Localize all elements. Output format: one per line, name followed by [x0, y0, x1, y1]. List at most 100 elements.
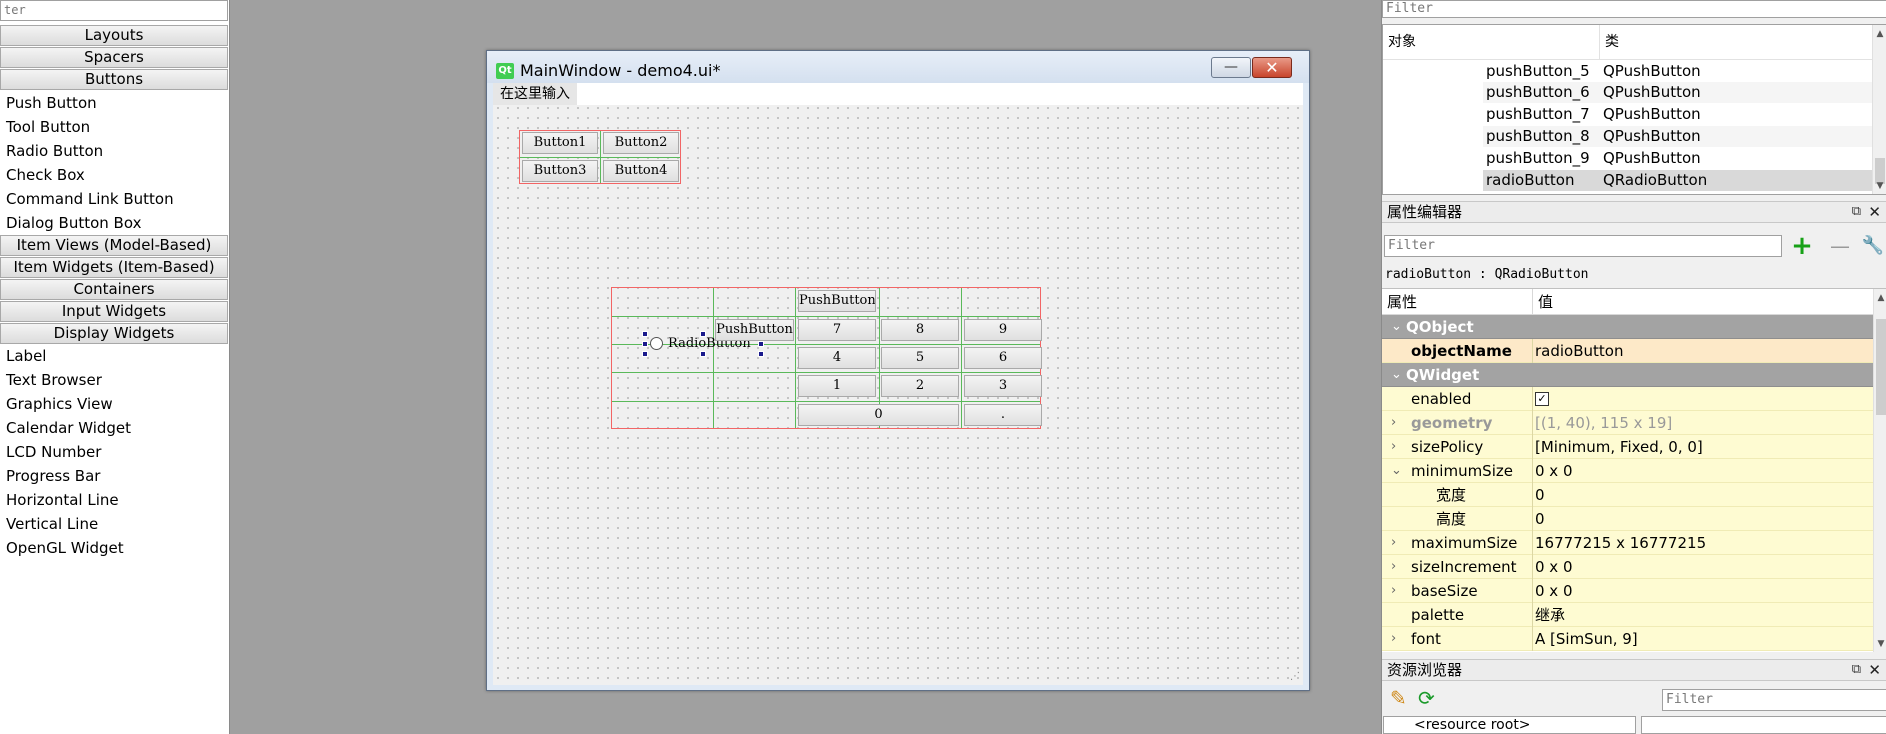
property-row-objectname[interactable]: objectName radioButton [1382, 339, 1873, 363]
property-value[interactable]: [(1, 40), 115 x 19] [1535, 411, 1672, 435]
selection-handle[interactable] [758, 341, 764, 347]
object-tree-scrollbar[interactable]: ▲ ▼ [1872, 25, 1886, 194]
add-property-icon[interactable]: + [1789, 233, 1815, 259]
property-row-geometry[interactable]: › geometry [(1, 40), 115 x 19] [1382, 411, 1873, 435]
widget-vertical-line[interactable]: Vertical Line [6, 514, 98, 534]
form-menubar[interactable]: 在这里输入 [493, 83, 1303, 105]
key-2-button[interactable]: 2 [881, 375, 959, 397]
widget-lcd-number[interactable]: LCD Number [6, 442, 101, 462]
selection-handle[interactable] [758, 351, 764, 357]
property-editor-titlebar[interactable]: 属性编辑器 ⧉ ✕ [1382, 201, 1886, 223]
key-4-button[interactable]: 4 [798, 347, 876, 369]
property-value[interactable]: 继承 [1535, 603, 1565, 627]
object-row[interactable]: pushButton_9 QPushButton [1483, 148, 1872, 169]
resource-browser-titlebar[interactable]: 资源浏览器 ⧉ ✕ [1382, 659, 1886, 681]
float-icon[interactable]: ⧉ [1852, 203, 1861, 221]
expand-icon[interactable]: › [1391, 579, 1396, 603]
property-group-qwidget[interactable]: ⌄ QWidget [1382, 363, 1873, 387]
selection-handle[interactable] [700, 351, 706, 357]
object-row[interactable]: pushButton_6 QPushButton [1483, 82, 1872, 103]
edit-resources-pencil-icon[interactable]: ✎ [1390, 686, 1407, 710]
category-input-widgets[interactable]: Input Widgets [0, 301, 228, 322]
widget-opengl[interactable]: OpenGL Widget [6, 538, 124, 558]
property-value[interactable]: radioButton [1535, 339, 1623, 363]
key-7-button[interactable]: 7 [798, 319, 876, 341]
scroll-down-icon[interactable]: ▼ [1874, 637, 1886, 651]
property-value[interactable]: 0 x 0 [1535, 555, 1573, 579]
widget-text-browser[interactable]: Text Browser [6, 370, 102, 390]
widget-check-box[interactable]: Check Box [6, 165, 85, 185]
widget-push-button[interactable]: Push Button [6, 93, 97, 113]
object-row-selected[interactable]: radioButton QRadioButton [1483, 170, 1872, 191]
widget-label[interactable]: Label [6, 346, 46, 366]
object-row[interactable]: pushButton_5 QPushButton [1483, 61, 1872, 82]
property-value[interactable]: 0 [1535, 483, 1545, 507]
property-value[interactable]: 16777215 x 16777215 [1535, 531, 1706, 555]
collapse-icon[interactable]: ⌄ [1391, 363, 1402, 387]
property-row-minimumsize[interactable]: ⌄ minimumSize 0 x 0 [1382, 459, 1873, 483]
selection-handle[interactable] [700, 331, 706, 337]
radio-indicator[interactable] [650, 337, 663, 350]
form-window[interactable]: Qt MainWindow - demo4.ui* — ✕ 在这里输入 Butt… [486, 50, 1310, 691]
scroll-up-icon[interactable]: ▲ [1873, 27, 1886, 41]
property-group-qobject[interactable]: ⌄ QObject [1382, 315, 1873, 339]
property-value[interactable]: 0 [1535, 507, 1545, 531]
category-spacers[interactable]: Spacers [0, 47, 228, 68]
property-row-sizeincrement[interactable]: › sizeIncrement 0 x 0 [1382, 555, 1873, 579]
expand-icon[interactable]: › [1391, 555, 1396, 579]
row2-push-button[interactable]: PushButton [715, 319, 794, 341]
key-9-button[interactable]: 9 [964, 319, 1042, 341]
resource-filter-input[interactable]: Filter [1662, 689, 1886, 711]
key-6-button[interactable]: 6 [964, 347, 1042, 369]
form-title-bar[interactable]: Qt MainWindow - demo4.ui* — ✕ [487, 51, 1309, 83]
property-row-basesize[interactable]: › baseSize 0 x 0 [1382, 579, 1873, 603]
column-value[interactable]: 值 [1532, 289, 1553, 315]
column-object[interactable]: 对象 [1383, 25, 1416, 60]
scroll-thumb[interactable] [1876, 319, 1886, 415]
menu-type-here[interactable]: 在这里输入 [493, 83, 577, 105]
expand-icon[interactable]: › [1391, 627, 1396, 651]
category-buttons[interactable]: Buttons [0, 69, 228, 90]
category-containers[interactable]: Containers [0, 279, 228, 300]
widget-calendar[interactable]: Calendar Widget [6, 418, 131, 438]
widget-horizontal-line[interactable]: Horizontal Line [6, 490, 119, 510]
widget-radio-button[interactable]: Radio Button [6, 141, 103, 161]
property-row-sizepolicy[interactable]: › sizePolicy [Minimum, Fixed, 0, 0] [1382, 435, 1873, 459]
remove-property-icon[interactable]: — [1827, 233, 1853, 259]
collapse-icon[interactable]: ⌄ [1391, 315, 1402, 339]
expand-icon[interactable]: › [1391, 411, 1396, 435]
scroll-down-icon[interactable]: ▼ [1873, 179, 1886, 193]
property-row-maximumsize[interactable]: › maximumSize 16777215 x 16777215 [1382, 531, 1873, 555]
reload-icon[interactable]: ⟳ [1418, 686, 1435, 710]
collapse-icon[interactable]: ⌄ [1391, 459, 1402, 483]
close-button[interactable]: ✕ [1252, 57, 1292, 78]
category-item-widgets[interactable]: Item Widgets (Item-Based) [0, 257, 228, 278]
widget-filter-input[interactable]: ter [0, 0, 228, 21]
button3[interactable]: Button3 [522, 160, 598, 182]
property-table[interactable]: 属性 值 ⌄ QObject objectName radioButton ⌄ … [1382, 288, 1886, 652]
button4[interactable]: Button4 [603, 160, 679, 182]
resize-grip-icon[interactable]: ⋰ [1290, 672, 1300, 682]
float-icon[interactable]: ⧉ [1852, 661, 1861, 679]
key-8-button[interactable]: 8 [881, 319, 959, 341]
property-row-palette[interactable]: palette 继承 [1382, 603, 1873, 627]
close-icon[interactable]: ✕ [1868, 661, 1881, 679]
widget-graphics-view[interactable]: Graphics View [6, 394, 113, 414]
object-filter-input[interactable]: Filter [1382, 0, 1886, 18]
form-canvas[interactable]: 在这里输入 Button1 Button2 Button3 Button4 Pu… [493, 83, 1303, 685]
property-table-scrollbar[interactable]: ▲ ▼ [1873, 289, 1886, 652]
key-1-button[interactable]: 1 [798, 375, 876, 397]
key-0-button[interactable]: 0 [798, 404, 959, 426]
resource-root-item[interactable]: <resource root> [1414, 717, 1531, 734]
object-row[interactable]: pushButton_8 QPushButton [1483, 126, 1872, 147]
selection-handle[interactable] [642, 331, 648, 337]
configure-wrench-icon[interactable]: 🔧 [1860, 233, 1886, 259]
expand-icon[interactable]: › [1391, 435, 1396, 459]
scroll-up-icon[interactable]: ▲ [1874, 291, 1886, 305]
property-row-font[interactable]: › font A [SimSun, 9] [1382, 627, 1873, 651]
property-value[interactable]: 0 x 0 [1535, 579, 1573, 603]
key-3-button[interactable]: 3 [964, 375, 1042, 397]
button1[interactable]: Button1 [522, 132, 598, 154]
widget-tool-button[interactable]: Tool Button [6, 117, 90, 137]
column-class[interactable]: 类 [1599, 25, 1619, 60]
